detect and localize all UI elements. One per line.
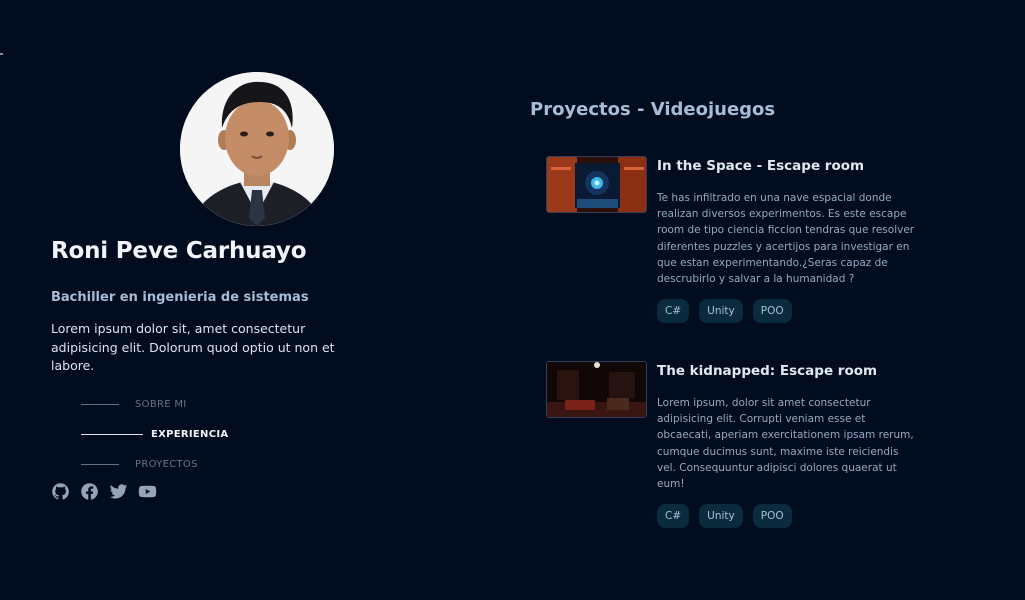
nav-indicator-line	[81, 433, 143, 435]
projects-section-title: Proyectos - Videojuegos	[530, 99, 776, 120]
youtube-icon[interactable]	[138, 482, 157, 501]
project-title[interactable]: The kidnapped: Escape room	[657, 361, 919, 381]
twitter-icon[interactable]	[109, 482, 128, 501]
corner-dot	[0, 53, 3, 55]
project-tags: C# Unity POO	[657, 299, 919, 324]
project-description: Lorem ipsum, dolor sit amet consectetur …	[657, 397, 914, 491]
project-body: The kidnapped: Escape room Lorem ipsum, …	[657, 361, 919, 529]
project-description: Te has infiltrado en una nave espacial d…	[657, 192, 915, 286]
project-title[interactable]: In the Space - Escape room	[657, 156, 919, 176]
project-tags: C# Unity POO	[657, 504, 919, 529]
nav-item-label: EXPERIENCIA	[151, 428, 229, 440]
nav-item-experiencia[interactable]: EXPERIENCIA	[81, 419, 228, 449]
tag-badge: POO	[752, 299, 792, 324]
project-thumbnail	[546, 361, 647, 418]
avatar	[180, 72, 334, 226]
profile-photo	[180, 72, 334, 226]
profile-bio: Lorem ipsum dolor sit, amet consectetur …	[51, 321, 335, 373]
section-nav: SOBRE MI EXPERIENCIA PROYECTOS	[81, 389, 228, 479]
tag-badge: POO	[752, 504, 792, 529]
tag-badge: Unity	[699, 299, 743, 324]
social-links	[51, 482, 157, 501]
nav-item-label: SOBRE MI	[135, 398, 187, 410]
profile-role: Bachiller en ingenieria de sistemas	[51, 290, 309, 305]
nav-indicator-line	[81, 403, 119, 405]
nav-indicator-line	[81, 463, 119, 465]
github-icon[interactable]	[51, 482, 70, 501]
nav-item-label: PROYECTOS	[135, 458, 198, 470]
nav-item-sobre-mi[interactable]: SOBRE MI	[81, 389, 228, 419]
project-body: In the Space - Escape room Te has infilt…	[657, 156, 919, 324]
tag-badge: Unity	[699, 504, 743, 529]
tag-badge: C#	[657, 299, 690, 324]
tag-badge: C#	[657, 504, 690, 529]
project-thumbnail	[546, 156, 647, 213]
profile-name: Roni Peve Carhuayo	[51, 238, 307, 264]
facebook-icon[interactable]	[80, 482, 99, 501]
nav-item-proyectos[interactable]: PROYECTOS	[81, 449, 228, 479]
